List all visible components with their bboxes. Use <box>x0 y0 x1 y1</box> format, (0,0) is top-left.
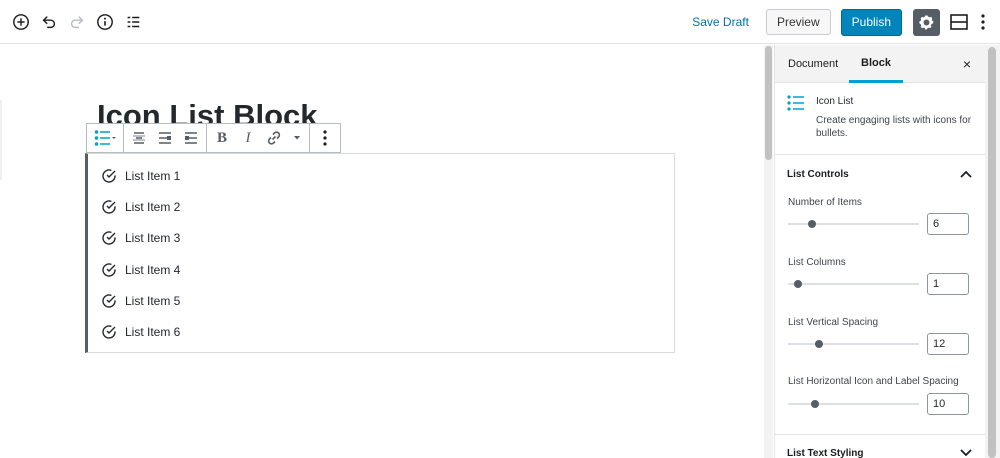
chevron-down-icon <box>958 445 974 458</box>
add-block-icon[interactable] <box>10 11 32 33</box>
list-icon <box>94 130 116 146</box>
list-horizontal-spacing-label: List Horizontal Icon and Label Spacing <box>788 376 959 387</box>
outline-icon[interactable] <box>122 11 144 33</box>
close-icon[interactable]: × <box>958 55 976 73</box>
slider-thumb[interactable] <box>815 340 823 348</box>
check-circle-icon <box>100 167 118 185</box>
block-toolbar: B I <box>86 123 341 153</box>
panel-list-controls-toggle[interactable]: List Controls <box>775 156 986 192</box>
list-item[interactable]: List Item 1 <box>100 166 180 186</box>
gear-icon <box>919 15 934 29</box>
check-circle-icon <box>100 229 118 247</box>
slider-thumb[interactable] <box>808 220 816 228</box>
block-switcher-group <box>87 124 124 152</box>
list-columns-input[interactable]: 1 <box>927 273 969 295</box>
list-vertical-spacing-label: List Vertical Spacing <box>788 317 879 328</box>
link-icon[interactable] <box>263 127 285 149</box>
save-draft-button[interactable]: Save Draft <box>692 15 749 29</box>
more-options-icon[interactable] <box>314 127 336 149</box>
number-of-items-slider[interactable] <box>788 220 919 228</box>
more-options-group <box>310 124 340 152</box>
bold-button[interactable]: B <box>211 127 233 149</box>
icon-list-block[interactable]: List Item 1 List Item 2 List Item 3 List… <box>85 153 675 353</box>
list-columns-label: List Columns <box>788 257 846 268</box>
list-vertical-spacing-input[interactable]: 12 <box>927 333 969 355</box>
number-of-items-label: Number of Items <box>788 197 862 208</box>
preview-button[interactable]: Preview <box>765 9 831 35</box>
settings-button[interactable] <box>913 8 940 36</box>
editor-left-edge <box>0 100 2 180</box>
align-left-icon[interactable] <box>154 127 176 149</box>
list-item[interactable]: List Item 4 <box>100 260 180 280</box>
more-vertical-icon[interactable] <box>976 11 990 33</box>
check-circle-icon <box>100 198 118 216</box>
block-card-description: Create engaging lists with icons for bul… <box>816 115 972 139</box>
caret-down-icon <box>294 136 300 140</box>
number-of-items-input[interactable]: 6 <box>927 213 969 235</box>
list-vertical-spacing-slider[interactable] <box>788 340 919 348</box>
panel-title: List Controls <box>787 168 849 180</box>
alignment-group <box>124 124 207 152</box>
panel-title: List Text Styling <box>787 447 864 458</box>
redo-icon[interactable] <box>66 11 88 33</box>
list-item-label: List Item 6 <box>125 325 181 339</box>
chevron-up-icon <box>958 166 974 182</box>
align-right-icon[interactable] <box>180 127 202 149</box>
check-circle-icon <box>100 261 118 279</box>
list-item[interactable]: List Item 6 <box>100 322 180 342</box>
header-actions: Save Draft Preview Publish <box>692 0 990 44</box>
block-card: Icon List Create engaging lists with ico… <box>775 83 986 155</box>
list-horizontal-spacing-input[interactable]: 10 <box>927 393 969 415</box>
list-item-label: List Item 3 <box>125 231 181 245</box>
check-circle-icon <box>100 323 118 341</box>
list-item[interactable]: List Item 3 <box>100 228 180 248</box>
block-card-title: Icon List <box>816 96 854 107</box>
list-icon <box>787 95 805 113</box>
slider-thumb[interactable] <box>794 280 802 288</box>
list-item-label: List Item 1 <box>125 169 181 183</box>
list-item-label: List Item 2 <box>125 200 181 214</box>
info-icon[interactable] <box>94 11 116 33</box>
sidebar-scrollbar-thumb[interactable] <box>988 47 996 458</box>
publish-button[interactable]: Publish <box>840 8 902 36</box>
layout-icon[interactable] <box>948 11 970 33</box>
tab-block[interactable]: Block <box>849 45 903 83</box>
list-item-label: List Item 5 <box>125 294 181 308</box>
italic-button[interactable]: I <box>237 127 259 149</box>
align-center-icon[interactable] <box>128 127 150 149</box>
tab-document[interactable]: Document <box>788 45 838 83</box>
editor-scrollbar-thumb[interactable] <box>765 46 772 160</box>
list-columns-slider[interactable] <box>788 280 919 288</box>
slider-thumb[interactable] <box>811 400 819 408</box>
list-item-label: List Item 4 <box>125 263 181 277</box>
panel-list-text-styling-toggle[interactable]: List Text Styling <box>775 435 986 458</box>
block-switcher-button[interactable] <box>91 127 119 149</box>
header-toolbar <box>0 11 144 33</box>
undo-icon[interactable] <box>38 11 60 33</box>
sidebar-tabs: Document Block × <box>775 45 986 83</box>
editor-header: Save Draft Preview Publish <box>0 0 1000 44</box>
more-formatting-dropdown[interactable] <box>289 127 305 149</box>
check-circle-icon <box>100 292 118 310</box>
list-item[interactable]: List Item 2 <box>100 197 180 217</box>
list-item[interactable]: List Item 5 <box>100 291 180 311</box>
list-horizontal-spacing-slider[interactable] <box>788 400 919 408</box>
formatting-group: B I <box>207 124 310 152</box>
settings-sidebar: Document Block × Icon List Create engagi… <box>774 45 986 458</box>
